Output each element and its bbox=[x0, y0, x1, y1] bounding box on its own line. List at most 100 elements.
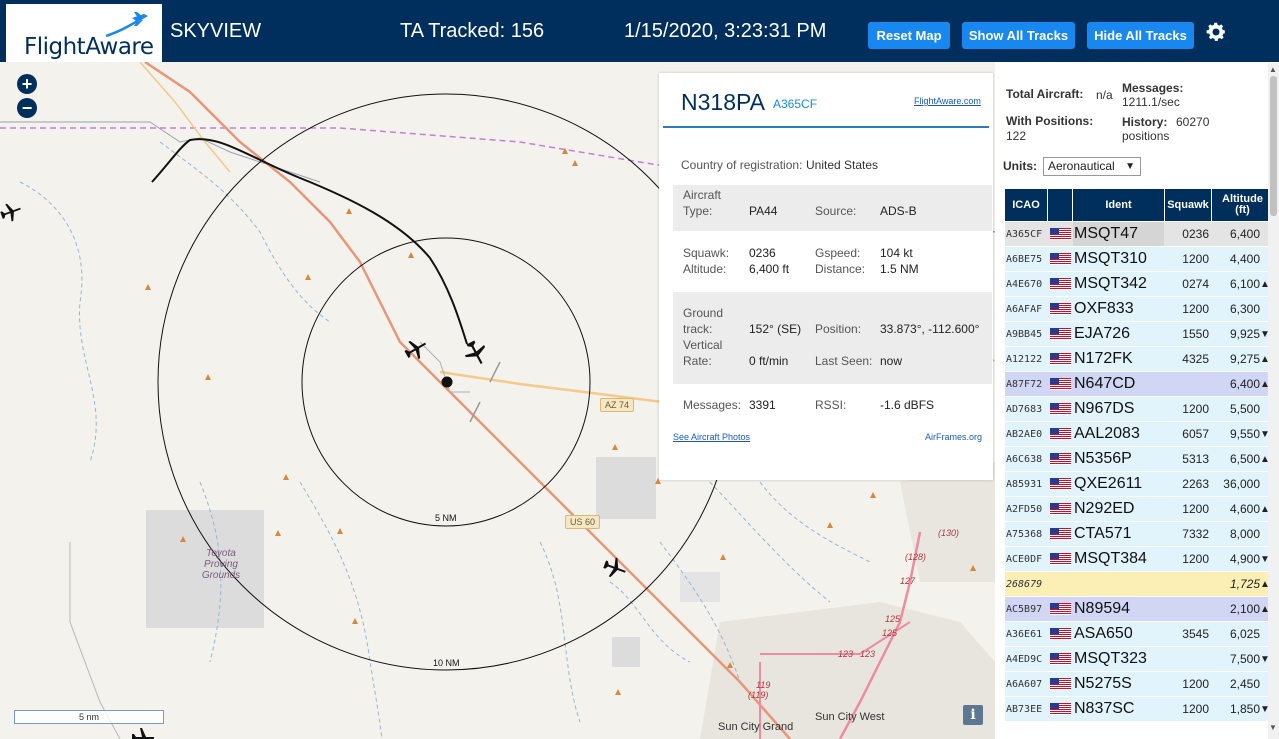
altitude-value: 9,925 bbox=[1229, 327, 1260, 341]
scroll-down-icon[interactable]: ▼ bbox=[1269, 723, 1277, 732]
cell-squawk: 1200 bbox=[1182, 252, 1209, 266]
table-row[interactable]: 268679 1,725 ▲ bbox=[1005, 572, 1273, 597]
popup-divider bbox=[663, 126, 989, 128]
table-row[interactable]: AC5B97 N89594 2,100 ▲ bbox=[1005, 597, 1273, 622]
hide-all-tracks-button[interactable]: Hide All Tracks bbox=[1087, 22, 1194, 49]
area-label-proving-grounds: Toyota Proving Grounds bbox=[201, 548, 241, 581]
zoom-in-button[interactable]: + bbox=[17, 74, 37, 94]
aircraft-icon[interactable] bbox=[131, 726, 155, 739]
table-row[interactable]: A6A607 N5275S 1200 2,450 bbox=[1005, 672, 1273, 697]
info-icon[interactable]: i bbox=[963, 705, 983, 725]
table-row[interactable]: A9BB45 EJA726 1550 9,925 ▼ bbox=[1005, 322, 1273, 347]
flightaware-logo[interactable]: FlightAware bbox=[6, 4, 162, 62]
position-value: 33.873°, -112.600° bbox=[880, 322, 980, 336]
table-row[interactable]: A4E670 MSQT342 0274 6,100 ▲ bbox=[1005, 272, 1273, 297]
table-row[interactable]: A365CF MSQT47 0236 6,400 bbox=[1005, 222, 1273, 247]
col-header-altitude[interactable]: Altitude (ft) bbox=[1212, 189, 1273, 221]
aircraft-icon[interactable] bbox=[603, 556, 627, 580]
table-row[interactable]: A75368 CTA571 7332 8,000 bbox=[1005, 522, 1273, 547]
table-row[interactable]: A6C638 N5356P 5313 6,500 ▲ bbox=[1005, 447, 1273, 472]
airframes-link[interactable]: AirFrames.org bbox=[925, 432, 982, 442]
us-flag-icon bbox=[1049, 603, 1071, 615]
app-name: SKYVIEW bbox=[170, 20, 262, 42]
cell-icao: 268679 bbox=[1006, 578, 1043, 590]
aircraft-icon[interactable] bbox=[404, 337, 428, 361]
table-row[interactable]: A4ED9C MSQT323 7,500 ▼ bbox=[1005, 647, 1273, 672]
cell-ident: MSQT342 bbox=[1074, 275, 1147, 292]
aircraft-icon[interactable] bbox=[0, 201, 22, 223]
table-row[interactable]: AD7683 N967DS 1200 5,500 bbox=[1005, 397, 1273, 422]
cell-icao: AB2AE0 bbox=[1006, 428, 1043, 440]
cell-flag bbox=[1048, 547, 1072, 571]
total-aircraft-label: Total Aircraft: bbox=[1006, 87, 1084, 101]
altitude-value: 8,000 bbox=[1229, 527, 1260, 541]
table-row[interactable]: A85931 QXE2611 2263 36,000 bbox=[1005, 472, 1273, 497]
us-flag-icon bbox=[1049, 528, 1071, 540]
col-header-ident[interactable]: Ident bbox=[1073, 189, 1164, 221]
table-row[interactable]: A6BE75 MSQT310 1200 4,400 bbox=[1005, 247, 1273, 272]
cell-altitude: 4,400 bbox=[1212, 247, 1269, 271]
road-number: (128) bbox=[905, 552, 927, 562]
altitude-value: 6,500 bbox=[1229, 452, 1260, 466]
table-row[interactable]: A12122 N172FK 4325 9,275 ▲ bbox=[1005, 347, 1273, 372]
cell-flag bbox=[1048, 647, 1072, 671]
col-header-squawk[interactable]: Squawk bbox=[1165, 189, 1211, 221]
history-value: 60270 bbox=[1176, 115, 1210, 129]
show-all-tracks-button[interactable]: Show All Tracks bbox=[962, 22, 1075, 49]
cell-altitude: 6,100 ▲ bbox=[1212, 272, 1269, 296]
col-header-icao[interactable]: ICAO bbox=[1005, 189, 1047, 221]
zoom-out-button[interactable]: − bbox=[17, 98, 37, 118]
units-select[interactable]: Aeronautical ▼ bbox=[1043, 157, 1141, 176]
popup-icao: A365CF bbox=[773, 97, 818, 111]
cell-flag bbox=[1048, 297, 1072, 321]
us-flag-icon bbox=[1049, 353, 1071, 365]
us-flag-icon bbox=[1049, 653, 1071, 665]
road-shield-us60: US 60 bbox=[565, 515, 601, 529]
cell-altitude: 2,450 bbox=[1212, 672, 1269, 696]
table-row[interactable]: A6AFAF OXF833 1200 6,300 bbox=[1005, 297, 1273, 322]
table-row[interactable]: A36E61 ASA650 3545 6,025 bbox=[1005, 622, 1273, 647]
table-row[interactable]: A2FD50 N292ED 1200 4,600 ▲ bbox=[1005, 497, 1273, 522]
table-row[interactable]: AB2AE0 AAL2083 6057 9,550 ▼ bbox=[1005, 422, 1273, 447]
cell-squawk: 1200 bbox=[1182, 502, 1209, 516]
cell-squawk bbox=[1165, 597, 1211, 621]
cell-icao: A365CF bbox=[1006, 228, 1043, 240]
table-row[interactable]: A87F72 N647CD 6,400 ▲ bbox=[1005, 372, 1273, 397]
cell-flag bbox=[1048, 697, 1072, 721]
cell-icao: A6A607 bbox=[1006, 678, 1043, 690]
cell-icao: A12122 bbox=[1006, 353, 1043, 365]
units-label: Units: bbox=[1003, 159, 1037, 173]
altitude-value: 4,900 bbox=[1229, 552, 1260, 566]
altitude-label: Altitude: bbox=[683, 262, 727, 276]
road-number: 125 bbox=[885, 614, 901, 624]
col-header-flag[interactable] bbox=[1048, 189, 1072, 221]
us-flag-icon bbox=[1049, 403, 1071, 415]
cell-squawk: 6057 bbox=[1182, 427, 1209, 441]
with-positions-value: 122 bbox=[1006, 129, 1027, 143]
reset-map-button[interactable]: Reset Map bbox=[868, 22, 950, 49]
rssi-value: -1.6 dBFS bbox=[880, 398, 935, 412]
aircraft-detail-popup: N318PA A365CF FlightAware.com Country of… bbox=[659, 73, 993, 480]
cell-icao: A4ED9C bbox=[1006, 653, 1043, 665]
messages-rate-value: 1211.1/sec bbox=[1122, 95, 1180, 109]
scroll-up-icon[interactable]: ▲ bbox=[1269, 65, 1277, 74]
table-row[interactable]: ACE0DF MSQT384 1200 4,900 ▼ bbox=[1005, 547, 1273, 572]
table-row[interactable]: AB73EE N837SC 1200 1,850 ▼ bbox=[1005, 697, 1273, 722]
flightaware-link[interactable]: FlightAware.com bbox=[914, 96, 981, 106]
cell-squawk: 0236 bbox=[1182, 227, 1209, 241]
scrollbar-thumb[interactable] bbox=[1270, 76, 1277, 216]
cell-squawk: 4325 bbox=[1182, 352, 1209, 366]
road-number: (130) bbox=[938, 528, 960, 538]
altitude-value: 1,725 bbox=[1229, 577, 1260, 591]
cell-icao: A6C638 bbox=[1006, 453, 1043, 465]
gear-icon[interactable] bbox=[1204, 20, 1228, 44]
panel-scrollbar[interactable]: ▲ ▼ bbox=[1268, 63, 1279, 739]
cell-squawk: 1200 bbox=[1182, 402, 1209, 416]
us-flag-icon bbox=[1049, 303, 1071, 315]
us-flag-icon bbox=[1049, 678, 1071, 690]
cell-altitude: 1,725 ▲ bbox=[1212, 572, 1269, 596]
cell-icao: A87F72 bbox=[1006, 378, 1043, 390]
selected-aircraft-icon[interactable] bbox=[463, 340, 489, 366]
cell-altitude: 4,900 ▼ bbox=[1212, 547, 1269, 571]
aircraft-photos-link[interactable]: See Aircraft Photos bbox=[673, 432, 750, 442]
